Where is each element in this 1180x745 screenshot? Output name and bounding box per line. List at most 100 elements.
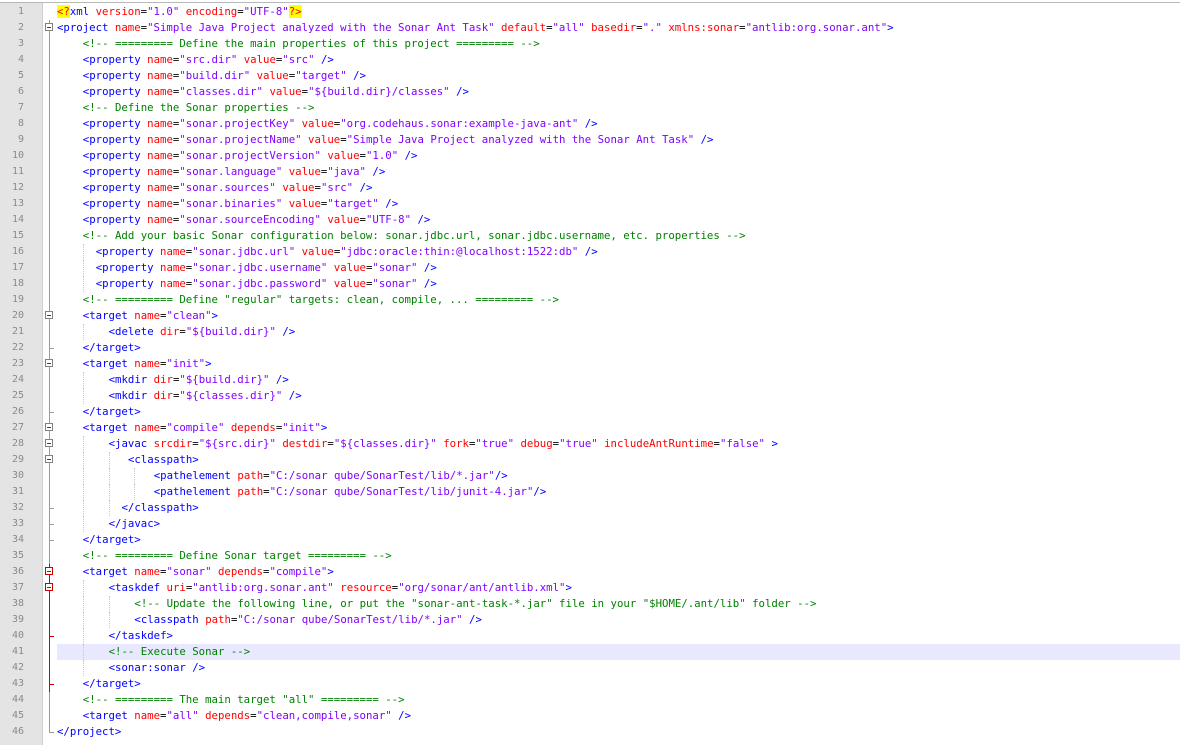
code-text[interactable]: <property name="sonar.jdbc.password" val… <box>96 276 437 292</box>
code-text[interactable]: </project> <box>57 724 121 740</box>
code-line[interactable]: 33 </javac> <box>0 516 1180 532</box>
code-line[interactable]: 44 <!-- ========= The main target "all" =… <box>0 692 1180 708</box>
code-line[interactable]: 2 <project name="Simple Java Project anal… <box>0 20 1180 36</box>
code-text[interactable]: <classpath> <box>128 452 199 468</box>
code-text[interactable]: <sonar:sonar /> <box>109 660 206 676</box>
code-text[interactable]: <?xml version="1.0" encoding="UTF-8"?> <box>57 4 302 20</box>
code-line[interactable]: 29 <classpath> <box>0 452 1180 468</box>
code-line[interactable]: 34 </target> <box>0 532 1180 548</box>
code-line[interactable]: 28 <javac srcdir="${src.dir}" destdir="${… <box>0 436 1180 452</box>
code-line[interactable]: 26 </target> <box>0 404 1180 420</box>
code-text[interactable]: <!-- ========= Define Sonar target =====… <box>83 548 392 564</box>
code-line[interactable]: 24 <mkdir dir="${build.dir}" /> <box>0 372 1180 388</box>
code-text[interactable]: <!-- ========= The main target "all" ===… <box>83 692 405 708</box>
code-text[interactable]: <property name="build.dir" value="target… <box>83 68 366 84</box>
code-line[interactable]: 10 <property name="sonar.projectVersion" … <box>0 148 1180 164</box>
code-text[interactable]: <target name="compile" depends="init"> <box>83 420 328 436</box>
code-text[interactable]: <target name="init"> <box>83 356 212 372</box>
code-text[interactable]: </target> <box>83 676 141 692</box>
code-line[interactable]: 17 <property name="sonar.jdbc.username" v… <box>0 260 1180 276</box>
code-text[interactable]: <!-- Execute Sonar --> <box>109 644 251 660</box>
code-text[interactable]: <target name="all" depends="clean,compil… <box>83 708 411 724</box>
code-line[interactable]: 18 <property name="sonar.jdbc.password" v… <box>0 276 1180 292</box>
fold-collapse-icon[interactable] <box>43 564 56 580</box>
code-line[interactable]: 16 <property name="sonar.jdbc.url" value=… <box>0 244 1180 260</box>
code-text[interactable]: </target> <box>83 404 141 420</box>
code-line[interactable]: 31 <pathelement path="C:/sonar qube/Sonar… <box>0 484 1180 500</box>
code-line[interactable]: 4 <property name="src.dir" value="src" /> <box>0 52 1180 68</box>
code-text[interactable]: <property name="sonar.projectKey" value=… <box>83 116 598 132</box>
code-text[interactable]: <property name="sonar.jdbc.url" value="j… <box>96 244 598 260</box>
code-line[interactable]: 41 <!-- Execute Sonar --> <box>0 644 1180 660</box>
fold-collapse-icon[interactable] <box>43 308 56 324</box>
code-line[interactable]: 14 <property name="sonar.sourceEncoding" … <box>0 212 1180 228</box>
code-line[interactable]: 40 </taskdef> <box>0 628 1180 644</box>
code-text[interactable]: <!-- Update the following line, or put t… <box>134 596 816 612</box>
fold-collapse-icon[interactable] <box>43 452 56 468</box>
code-line[interactable]: 37 <taskdef uri="antlib:org.sonar.ant" re… <box>0 580 1180 596</box>
code-text[interactable]: <delete dir="${build.dir}" /> <box>109 324 296 340</box>
code-text[interactable]: <property name="sonar.binaries" value="t… <box>83 196 398 212</box>
code-line[interactable]: 15 <!-- Add your basic Sonar configuratio… <box>0 228 1180 244</box>
code-text[interactable]: </classpath> <box>122 500 199 516</box>
code-line[interactable]: 5 <property name="build.dir" value="targe… <box>0 68 1180 84</box>
code-line[interactable]: 36 <target name="sonar" depends="compile"… <box>0 564 1180 580</box>
code-text[interactable]: <pathelement path="C:/sonar qube/SonarTe… <box>154 484 547 500</box>
code-line[interactable]: 45 <target name="all" depends="clean,comp… <box>0 708 1180 724</box>
code-text[interactable]: <project name="Simple Java Project analy… <box>57 20 894 36</box>
code-text[interactable]: </javac> <box>109 516 160 532</box>
code-line[interactable]: 42 <sonar:sonar /> <box>0 660 1180 676</box>
code-text[interactable]: </target> <box>83 340 141 356</box>
code-text[interactable]: <!-- Define the Sonar properties --> <box>83 100 315 116</box>
code-text[interactable]: <property name="sonar.projectVersion" va… <box>83 148 418 164</box>
code-line[interactable]: 39 <classpath path="C:/sonar qube/SonarTe… <box>0 612 1180 628</box>
code-line[interactable]: 8 <property name="sonar.projectKey" value… <box>0 116 1180 132</box>
code-line[interactable]: 21 <delete dir="${build.dir}" /> <box>0 324 1180 340</box>
code-text[interactable]: <!-- ========= Define the main propertie… <box>83 36 540 52</box>
code-text[interactable]: <property name="sonar.jdbc.username" val… <box>96 260 437 276</box>
code-line[interactable]: 6 <property name="classes.dir" value="${b… <box>0 84 1180 100</box>
code-line[interactable]: 11 <property name="sonar.language" value=… <box>0 164 1180 180</box>
code-line[interactable]: 35 <!-- ========= Define Sonar target ===… <box>0 548 1180 564</box>
code-line[interactable]: 23 <target name="init"> <box>0 356 1180 372</box>
code-line[interactable]: 22 </target> <box>0 340 1180 356</box>
fold-collapse-icon[interactable] <box>43 420 56 436</box>
fold-collapse-icon[interactable] <box>43 20 56 36</box>
code-text[interactable]: <property name="sonar.sourceEncoding" va… <box>83 212 431 228</box>
code-text[interactable]: <property name="sonar.language" value="j… <box>83 164 385 180</box>
code-text[interactable]: </taskdef> <box>109 628 173 644</box>
fold-collapse-icon[interactable] <box>43 436 56 452</box>
code-line[interactable]: 13 <property name="sonar.binaries" value=… <box>0 196 1180 212</box>
code-line[interactable]: 25 <mkdir dir="${classes.dir}" /> <box>0 388 1180 404</box>
code-text[interactable]: <mkdir dir="${classes.dir}" /> <box>109 388 302 404</box>
code-line[interactable]: 43 </target> <box>0 676 1180 692</box>
code-line[interactable]: 32 </classpath> <box>0 500 1180 516</box>
code-line[interactable]: 19 <!-- ========= Define "regular" target… <box>0 292 1180 308</box>
code-line[interactable]: 38 <!-- Update the following line, or put… <box>0 596 1180 612</box>
code-line[interactable]: 7 <!-- Define the Sonar properties --> <box>0 100 1180 116</box>
fold-collapse-icon[interactable] <box>43 356 56 372</box>
code-line[interactable]: 20 <target name="clean"> <box>0 308 1180 324</box>
code-text[interactable]: <mkdir dir="${build.dir}" /> <box>109 372 289 388</box>
code-text[interactable]: <target name="sonar" depends="compile"> <box>83 564 334 580</box>
code-text[interactable]: <taskdef uri="antlib:org.sonar.ant" reso… <box>109 580 572 596</box>
code-line[interactable]: 27 <target name="compile" depends="init"> <box>0 420 1180 436</box>
code-line[interactable]: 3 <!-- ========= Define the main properti… <box>0 36 1180 52</box>
code-text[interactable]: <property name="sonar.projectName" value… <box>83 132 714 148</box>
code-text[interactable]: <property name="sonar.sources" value="sr… <box>83 180 373 196</box>
code-line[interactable]: 1 <?xml version="1.0" encoding="UTF-8"?> <box>0 4 1180 20</box>
code-text[interactable]: <!-- Add your basic Sonar configuration … <box>83 228 746 244</box>
fold-collapse-icon[interactable] <box>43 580 56 596</box>
code-text[interactable]: </target> <box>83 532 141 548</box>
code-text[interactable]: <javac srcdir="${src.dir}" destdir="${cl… <box>109 436 778 452</box>
code-line[interactable]: 46 </project> <box>0 724 1180 740</box>
code-line[interactable]: 9 <property name="sonar.projectName" valu… <box>0 132 1180 148</box>
code-text[interactable]: <classpath path="C:/sonar qube/SonarTest… <box>134 612 482 628</box>
code-text[interactable]: <property name="classes.dir" value="${bu… <box>83 84 469 100</box>
code-text[interactable]: <pathelement path="C:/sonar qube/SonarTe… <box>154 468 508 484</box>
code-text[interactable]: <target name="clean"> <box>83 308 218 324</box>
code-line[interactable]: 12 <property name="sonar.sources" value="… <box>0 180 1180 196</box>
code-line[interactable]: 30 <pathelement path="C:/sonar qube/Sonar… <box>0 468 1180 484</box>
code-text[interactable]: <property name="src.dir" value="src" /> <box>83 52 334 68</box>
code-editor[interactable]: 1 <?xml version="1.0" encoding="UTF-8"?> 2… <box>0 2 1180 745</box>
